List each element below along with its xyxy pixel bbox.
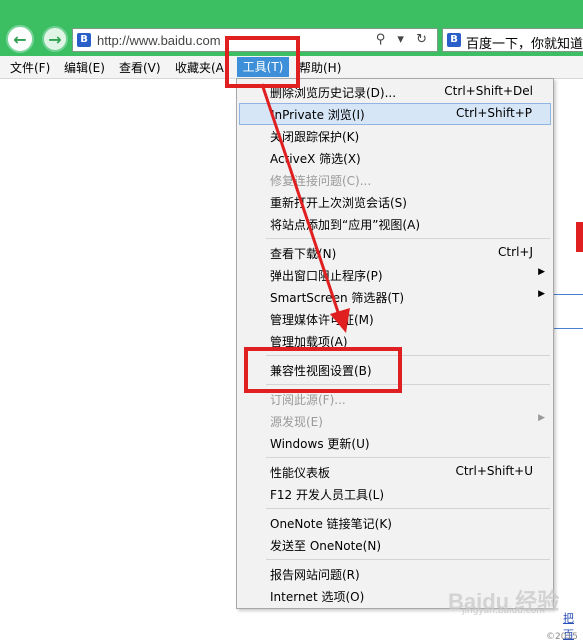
- annotation-arrow-icon: [260, 83, 350, 333]
- watermark-url: jingyan.baidu.com: [462, 606, 546, 616]
